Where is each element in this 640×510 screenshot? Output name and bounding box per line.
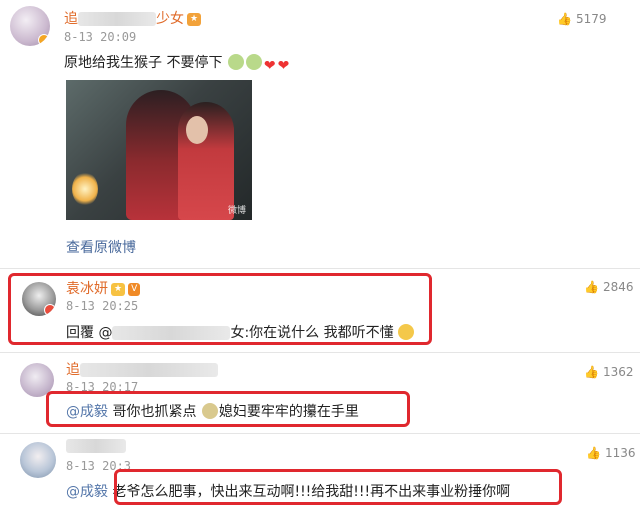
comment-1: 追少女 ★ 8-13 20:09 👍 5179 原地给我生猴子 不要停下 ❤ ❤ 微博… bbox=[0, 0, 640, 268]
avatar[interactable] bbox=[20, 442, 56, 478]
like-button[interactable]: 👍 1136 bbox=[586, 446, 636, 460]
like-count: 2846 bbox=[602, 280, 634, 294]
like-button[interactable]: 👍 5179 bbox=[557, 12, 607, 26]
face bbox=[186, 116, 208, 144]
view-original-link[interactable]: 查看原微博 bbox=[66, 237, 136, 257]
level-badge: ★ bbox=[187, 12, 202, 26]
like-button[interactable]: 👍 2846 bbox=[584, 280, 634, 294]
thumbs-up-icon: 👍 bbox=[584, 365, 599, 379]
like-count: 1136 bbox=[604, 446, 636, 460]
heart-icon: ❤ bbox=[263, 58, 276, 74]
blurred-name bbox=[78, 12, 156, 26]
highlight-box bbox=[46, 391, 410, 427]
username[interactable]: 追少女 ★ bbox=[64, 8, 202, 28]
highlight-box bbox=[114, 469, 562, 505]
timestamp: 8-13 20:09 bbox=[64, 30, 137, 44]
thumbs-up-icon: 👍 bbox=[557, 12, 572, 26]
blurred-name bbox=[80, 363, 218, 377]
figure-right bbox=[178, 102, 234, 220]
heart-icon: ❤ bbox=[277, 58, 290, 74]
frog-emoji-icon bbox=[245, 54, 262, 70]
thumbs-up-icon: 👍 bbox=[586, 446, 601, 460]
post-image[interactable]: 微博 bbox=[66, 80, 252, 220]
highlight-box bbox=[8, 273, 432, 345]
comment-text: 原地给我生猴子 不要停下 ❤ ❤ bbox=[64, 54, 290, 74]
avatar[interactable] bbox=[10, 6, 50, 46]
username[interactable] bbox=[66, 438, 126, 454]
image-watermark: 微博 bbox=[227, 206, 246, 216]
like-count: 5179 bbox=[575, 12, 607, 26]
verified-badge-icon bbox=[38, 34, 50, 46]
mention-link[interactable]: @成毅 bbox=[66, 484, 108, 500]
like-count: 1362 bbox=[602, 365, 634, 379]
frog-emoji-icon bbox=[227, 54, 244, 70]
blurred-name bbox=[66, 439, 126, 453]
thumbs-up-icon: 👍 bbox=[584, 280, 599, 294]
candle-light bbox=[72, 172, 98, 206]
like-button[interactable]: 👍 1362 bbox=[584, 365, 634, 379]
username[interactable]: 追 bbox=[66, 359, 218, 379]
